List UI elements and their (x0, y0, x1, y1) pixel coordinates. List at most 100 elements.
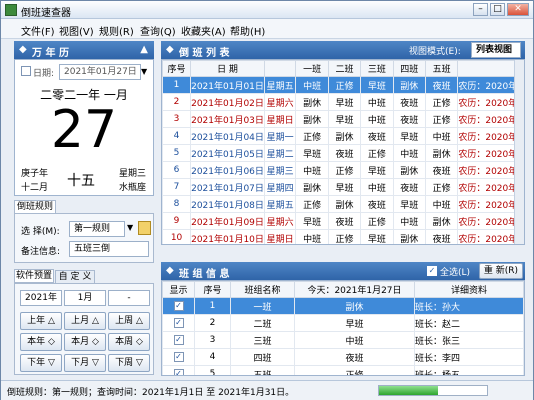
schedule-cell-shift: 副休 (392, 229, 426, 244)
schedule-col-header[interactable]: 五班 (424, 60, 459, 77)
schedule-row[interactable]: 10 2021年01月10日 星期日 中班 正修 早班 副休 夜班 农历：2020年1 (162, 229, 524, 244)
schedule-cell-shift: 夜班 (327, 144, 362, 162)
schedule-cell-shift: 正修 (295, 195, 329, 213)
group-row[interactable]: ✓ 3 三班 中班 班长：张三 (162, 331, 524, 349)
schedule-cell-date: 2021年01月05日 (190, 144, 265, 162)
group-show-checkbox[interactable]: ✓ (162, 365, 195, 375)
group-row[interactable]: ✓ 4 四班 夜班 班长：李四 (162, 348, 524, 366)
groups-col-header[interactable]: 今天：2021年1月27日 (294, 281, 415, 298)
next-week-button[interactable]: 下周 ▽ (108, 354, 150, 372)
edit-rule-icon[interactable] (138, 221, 151, 235)
schedule-col-header[interactable] (263, 60, 297, 77)
schedule-row[interactable]: 2 2021年01月02日 星期六 副休 早班 中班 夜班 正修 农历：2020年1 (162, 93, 524, 111)
schedule-cell-date: 2021年01月04日 (190, 127, 265, 145)
schedule-row[interactable]: 4 2021年01月04日 星期一 正修 副休 夜班 早班 中班 农历：2020年1 (162, 127, 524, 145)
next-year-button[interactable]: 下年 ▽ (20, 354, 62, 372)
schedule-col-header[interactable]: 四班 (392, 60, 426, 77)
groups-col-header[interactable]: 详细资料 (414, 281, 524, 298)
close-button[interactable]: ✕ (507, 3, 529, 16)
next-month-button[interactable]: 下月 ▽ (64, 354, 106, 372)
preset-week[interactable]: - (108, 290, 150, 306)
select-arrow-icon[interactable]: ▼ (127, 223, 133, 232)
tab-custom[interactable]: 自 定 义 (55, 270, 95, 284)
schedule-col-header[interactable]: 序号 (162, 60, 192, 77)
groups-table-wrap: 显示 序号 班组名称 今天：2021年1月27日 详细资料 ✓ 1 一班 副休 班长：孙大 ✓ 2 二… (161, 280, 525, 376)
progress-bar (378, 385, 488, 396)
group-row[interactable]: ✓ 5 五班 正修 班长：杨五 (162, 365, 524, 375)
schedule-cell-date: 2021年01月01日 (190, 76, 265, 94)
view-mode-select[interactable]: 列表视图 (471, 42, 521, 58)
group-cell-no: 1 (194, 297, 231, 315)
group-row[interactable]: ✓ 2 二班 早班 班长：赵二 (162, 314, 524, 332)
this-year-button[interactable]: 本年 ◇ (20, 333, 62, 351)
schedule-cell-shift: 夜班 (424, 76, 459, 94)
date-checkbox[interactable] (21, 66, 31, 76)
schedule-col-header[interactable]: 二班 (327, 60, 362, 77)
schedule-cell-no: 3 (162, 110, 192, 128)
tab-presets[interactable]: 软件预置 (14, 269, 54, 283)
preset-year[interactable]: 2021年 (20, 290, 62, 306)
schedule-cell-shift: 副休 (295, 178, 329, 196)
date-field[interactable]: 2021年01月27日 (59, 64, 141, 80)
schedule-cell-no: 10 (162, 229, 192, 244)
diamond-icon: ◆ (166, 44, 174, 55)
maximize-button[interactable]: □ (490, 3, 505, 16)
schedule-row[interactable]: 9 2021年01月09日 星期六 早班 夜班 正修 中班 副休 农历：2020年1 (162, 212, 524, 230)
group-cell-name: 二班 (230, 314, 295, 332)
schedule-cell-shift: 中班 (360, 93, 394, 111)
group-show-checkbox[interactable]: ✓ (162, 331, 195, 349)
collapse-icon[interactable]: ▲ (140, 44, 148, 55)
select-all-checkbox[interactable]: ✓ (427, 266, 437, 276)
groups-col-header[interactable]: 显示 (162, 281, 195, 298)
group-cell-detail: 班长：李四 (414, 348, 524, 366)
menu-file[interactable]: 文件(F) (21, 23, 55, 38)
schedule-col-header[interactable]: 一班 (295, 60, 329, 77)
menu-help[interactable]: 帮助(H) (230, 23, 265, 38)
refresh-button[interactable]: 重 新(R) (479, 263, 523, 279)
menu-query[interactable]: 查询(Q) (140, 23, 176, 38)
status-bar: 倒班规则：第一规则；查询时间：2021年1月1日 至 2021年1月31日。 (1, 380, 533, 400)
schedule-cell-shift: 正修 (424, 178, 459, 196)
menu-view[interactable]: 视图(V) (59, 23, 94, 38)
schedule-cell-date: 2021年01月10日 (190, 229, 265, 244)
group-cell-no: 4 (194, 348, 231, 366)
schedule-row[interactable]: 1 2021年01月01日 星期五 中班 正修 早班 副休 夜班 农历：2020年1 (162, 76, 524, 94)
schedule-cell-shift: 正修 (360, 212, 394, 230)
schedule-row[interactable]: 7 2021年01月07日 星期四 副休 早班 中班 夜班 正修 农历：2020年1 (162, 178, 524, 196)
dropdown-arrow-icon[interactable]: ▼ (141, 64, 151, 80)
rule-select[interactable]: 第一规则 (69, 221, 125, 237)
prev-week-button[interactable]: 上周 △ (108, 312, 150, 330)
preset-month[interactable]: 1月 (64, 290, 106, 306)
group-show-checkbox[interactable]: ✓ (162, 314, 195, 332)
schedule-cell-shift: 中班 (392, 144, 426, 162)
calendar-title: 万 年 历 (32, 48, 69, 59)
groups-col-header[interactable]: 班组名称 (230, 281, 295, 298)
schedule-col-header[interactable]: 日 期 (190, 60, 265, 77)
minimize-button[interactable]: – (473, 3, 488, 16)
app-icon (5, 4, 17, 16)
this-week-button[interactable]: 本周 ◇ (108, 333, 150, 351)
schedule-row[interactable]: 5 2021年01月05日 星期二 早班 夜班 正修 中班 副休 农历：2020年1 (162, 144, 524, 162)
schedule-row[interactable]: 6 2021年01月06日 星期三 中班 正修 早班 副休 夜班 农历：2020年1 (162, 161, 524, 179)
schedule-cell-shift: 正修 (295, 127, 329, 145)
tab-rules[interactable]: 倒班规则 (14, 200, 56, 214)
schedule-row[interactable]: 3 2021年01月03日 星期日 副休 早班 中班 夜班 正修 农历：2020年1 (162, 110, 524, 128)
schedule-cell-shift: 早班 (392, 195, 426, 213)
group-show-checkbox[interactable]: ✓ (162, 348, 195, 366)
prev-month-button[interactable]: 上月 △ (64, 312, 106, 330)
menu-rules[interactable]: 规则(R) (99, 23, 134, 38)
group-cell-no: 3 (194, 331, 231, 349)
menu-favorites[interactable]: 收藏夹(A) (181, 23, 226, 38)
menu-bar: 文件(F) 视图(V) 规则(R) 查询(Q) 收藏夹(A) 帮助(H) (1, 19, 533, 39)
group-row[interactable]: ✓ 1 一班 副休 班长：孙大 (162, 297, 524, 315)
note-field[interactable]: 五班三倒 (69, 241, 149, 257)
schedule-cell-no: 2 (162, 93, 192, 111)
schedule-row[interactable]: 8 2021年01月08日 星期五 正修 副休 夜班 早班 中班 农历：2020年1 (162, 195, 524, 213)
prev-year-button[interactable]: 上年 △ (20, 312, 62, 330)
group-show-checkbox[interactable]: ✓ (162, 297, 195, 315)
this-month-button[interactable]: 本月 ◇ (64, 333, 106, 351)
schedule-table-wrap: 序号日 期 一班 二班 三班 四班 五班 1 2021年01月01日 星期五 中班 正修 早班 副休夜… (161, 59, 525, 245)
schedule-col-header[interactable]: 三班 (360, 60, 394, 77)
schedule-scrollbar[interactable] (514, 60, 524, 244)
groups-col-header[interactable]: 序号 (194, 281, 231, 298)
